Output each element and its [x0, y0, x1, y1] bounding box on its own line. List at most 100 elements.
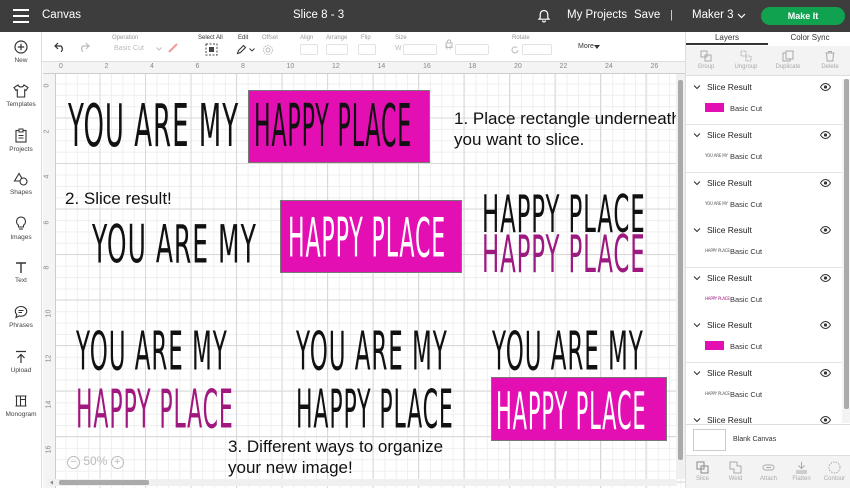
layer-item[interactable]: Slice Result Basic Cut: [686, 315, 842, 363]
canvas-grid[interactable]: YOU ARE MY HAPPY PLACE 1. Place rectangl…: [56, 74, 685, 488]
make-it-button[interactable]: Make It: [761, 7, 845, 25]
layer-item[interactable]: Slice Result HAPPY PLACE Basic Cut: [686, 268, 842, 316]
rotate-input[interactable]: [522, 44, 552, 55]
attach-icon: [762, 464, 775, 471]
undo-icon[interactable]: [54, 42, 66, 52]
delete-button[interactable]: Delete: [810, 50, 850, 70]
bell-icon[interactable]: [537, 9, 551, 23]
flatten-icon: [796, 462, 807, 474]
sidebar-item-images[interactable]: Images: [0, 216, 42, 254]
chevron-down-icon[interactable]: [693, 226, 701, 234]
text-happy-place-pink[interactable]: HAPPY PLACE: [482, 226, 646, 286]
chevron-down-icon[interactable]: [594, 45, 600, 49]
pen-color-icon[interactable]: [167, 42, 179, 54]
chevron-down-icon[interactable]: [693, 83, 701, 91]
layer-item[interactable]: Slice Result HAPPY PLACE Basic Cut: [686, 220, 842, 268]
vertical-scrollbar[interactable]: [676, 74, 685, 479]
layers-scrollbar[interactable]: [842, 79, 850, 423]
more-dropdown[interactable]: More: [578, 43, 594, 50]
duplicate-button[interactable]: Duplicate: [768, 50, 808, 70]
slice-button[interactable]: Slice: [686, 461, 719, 482]
zoom-control: − 50% +: [67, 454, 124, 469]
eye-icon[interactable]: [820, 321, 831, 329]
flip-label: Flip: [361, 35, 371, 41]
tab-color-sync[interactable]: Color Sync: [769, 32, 850, 45]
offset-icon[interactable]: [262, 44, 274, 56]
ruler-tick-label: 12: [45, 354, 53, 363]
my-projects-link[interactable]: My Projects: [567, 9, 627, 21]
sidebar-item-templates[interactable]: Templates: [0, 84, 42, 122]
redo-icon[interactable]: [78, 42, 90, 52]
text-happy-place-knockout[interactable]: HAPPY PLACE: [496, 382, 647, 441]
canvas-color-swatch[interactable]: [693, 429, 726, 451]
chevron-down-icon[interactable]: [693, 179, 701, 187]
blank-canvas-layer[interactable]: Blank Canvas: [686, 424, 850, 454]
text-you-are-my[interactable]: YOU ARE MY: [492, 320, 644, 382]
chevron-down-icon[interactable]: [156, 47, 162, 51]
text-happy-place-knockout[interactable]: HAPPY PLACE: [288, 208, 446, 271]
operation-dropdown[interactable]: Basic Cut: [114, 45, 144, 52]
chevron-down-icon[interactable]: [249, 48, 255, 52]
scrollbar-thumb[interactable]: [844, 79, 849, 409]
design-canvas[interactable]: 0 2 4 6 8 10 12 14 16 18 20 22 24 26 0 2 4 6 8 10 12 14 16 YO…: [43, 62, 685, 488]
tab-layers[interactable]: Layers: [686, 32, 768, 45]
edit-pencil-icon[interactable]: [236, 44, 247, 55]
rotate-icon: [511, 46, 519, 54]
zoom-in-button[interactable]: +: [110, 456, 124, 469]
chevron-down-icon[interactable]: [693, 321, 701, 329]
zoom-out-button[interactable]: −: [67, 456, 80, 469]
eye-icon[interactable]: [820, 274, 831, 282]
weld-button[interactable]: Weld: [719, 461, 752, 482]
sidebar-item-label: New: [14, 57, 28, 64]
weld-label: Weld: [728, 476, 743, 482]
hamburger-menu-icon[interactable]: [13, 9, 29, 23]
text-happy-place[interactable]: HAPPY PLACE: [254, 94, 412, 162]
sidebar-item-projects[interactable]: Projects: [0, 128, 42, 166]
layer-actions-bar: Slice Weld Attach Flatten Contour: [686, 455, 850, 488]
layer-item[interactable]: Slice Result Basic Cut: [686, 77, 842, 125]
arrange-dropdown[interactable]: [326, 44, 348, 55]
sidebar-item-monogram[interactable]: Monogram: [0, 394, 42, 432]
layer-item[interactable]: Slice Result YOU ARE MY Basic Cut: [686, 125, 842, 173]
flip-dropdown[interactable]: [358, 44, 376, 55]
eye-icon[interactable]: [820, 179, 831, 187]
save-button[interactable]: Save: [634, 9, 660, 21]
machine-selector[interactable]: Maker 3: [692, 9, 734, 21]
eye-icon[interactable]: [820, 131, 831, 139]
height-input[interactable]: [455, 44, 489, 55]
sidebar-item-upload[interactable]: Upload: [0, 350, 42, 388]
chevron-down-icon[interactable]: [693, 131, 701, 139]
eye-icon[interactable]: [820, 416, 831, 424]
text-you-are-my[interactable]: YOU ARE MY: [76, 320, 228, 382]
text-you-are-my[interactable]: YOU ARE MY: [92, 214, 257, 275]
text-happy-place[interactable]: HAPPY PLACE: [296, 378, 454, 440]
text-happy-place-pink[interactable]: HAPPY PLACE: [76, 378, 234, 440]
eye-icon[interactable]: [820, 369, 831, 377]
sidebar-item-new[interactable]: New: [0, 40, 42, 78]
contour-button[interactable]: Contour: [818, 461, 850, 482]
attach-button[interactable]: Attach: [752, 461, 785, 482]
text-you-are-my[interactable]: YOU ARE MY: [296, 320, 448, 382]
flatten-button[interactable]: Flatten: [785, 461, 818, 482]
width-input[interactable]: [403, 44, 437, 55]
ungroup-button[interactable]: Ungroup: [726, 50, 766, 70]
chevron-down-icon[interactable]: [693, 416, 701, 424]
plus-circle-icon: [14, 40, 28, 54]
text-you-are-my[interactable]: YOU ARE MY: [68, 94, 239, 162]
layer-item[interactable]: Slice Result: [686, 410, 842, 424]
sidebar-item-text[interactable]: Text: [0, 261, 42, 299]
layer-item[interactable]: Slice Result YOU ARE MY Basic Cut: [686, 173, 842, 221]
eye-icon[interactable]: [820, 226, 831, 234]
eye-icon[interactable]: [820, 83, 831, 91]
align-dropdown[interactable]: [300, 44, 318, 55]
layer-item[interactable]: Slice Result HAPPY PLACE Basic Cut: [686, 363, 842, 411]
chevron-down-icon[interactable]: [693, 369, 701, 377]
group-button[interactable]: Group: [686, 50, 726, 70]
sidebar-item-shapes[interactable]: Shapes: [0, 172, 42, 210]
chevron-down-icon[interactable]: [693, 274, 701, 282]
chevron-down-icon[interactable]: [737, 13, 746, 19]
horizontal-scrollbar[interactable]: [47, 479, 677, 486]
select-all-icon[interactable]: [205, 43, 218, 56]
ruler-tick-label: 6: [195, 63, 200, 70]
sidebar-item-phrases[interactable]: Phrases: [0, 305, 42, 343]
